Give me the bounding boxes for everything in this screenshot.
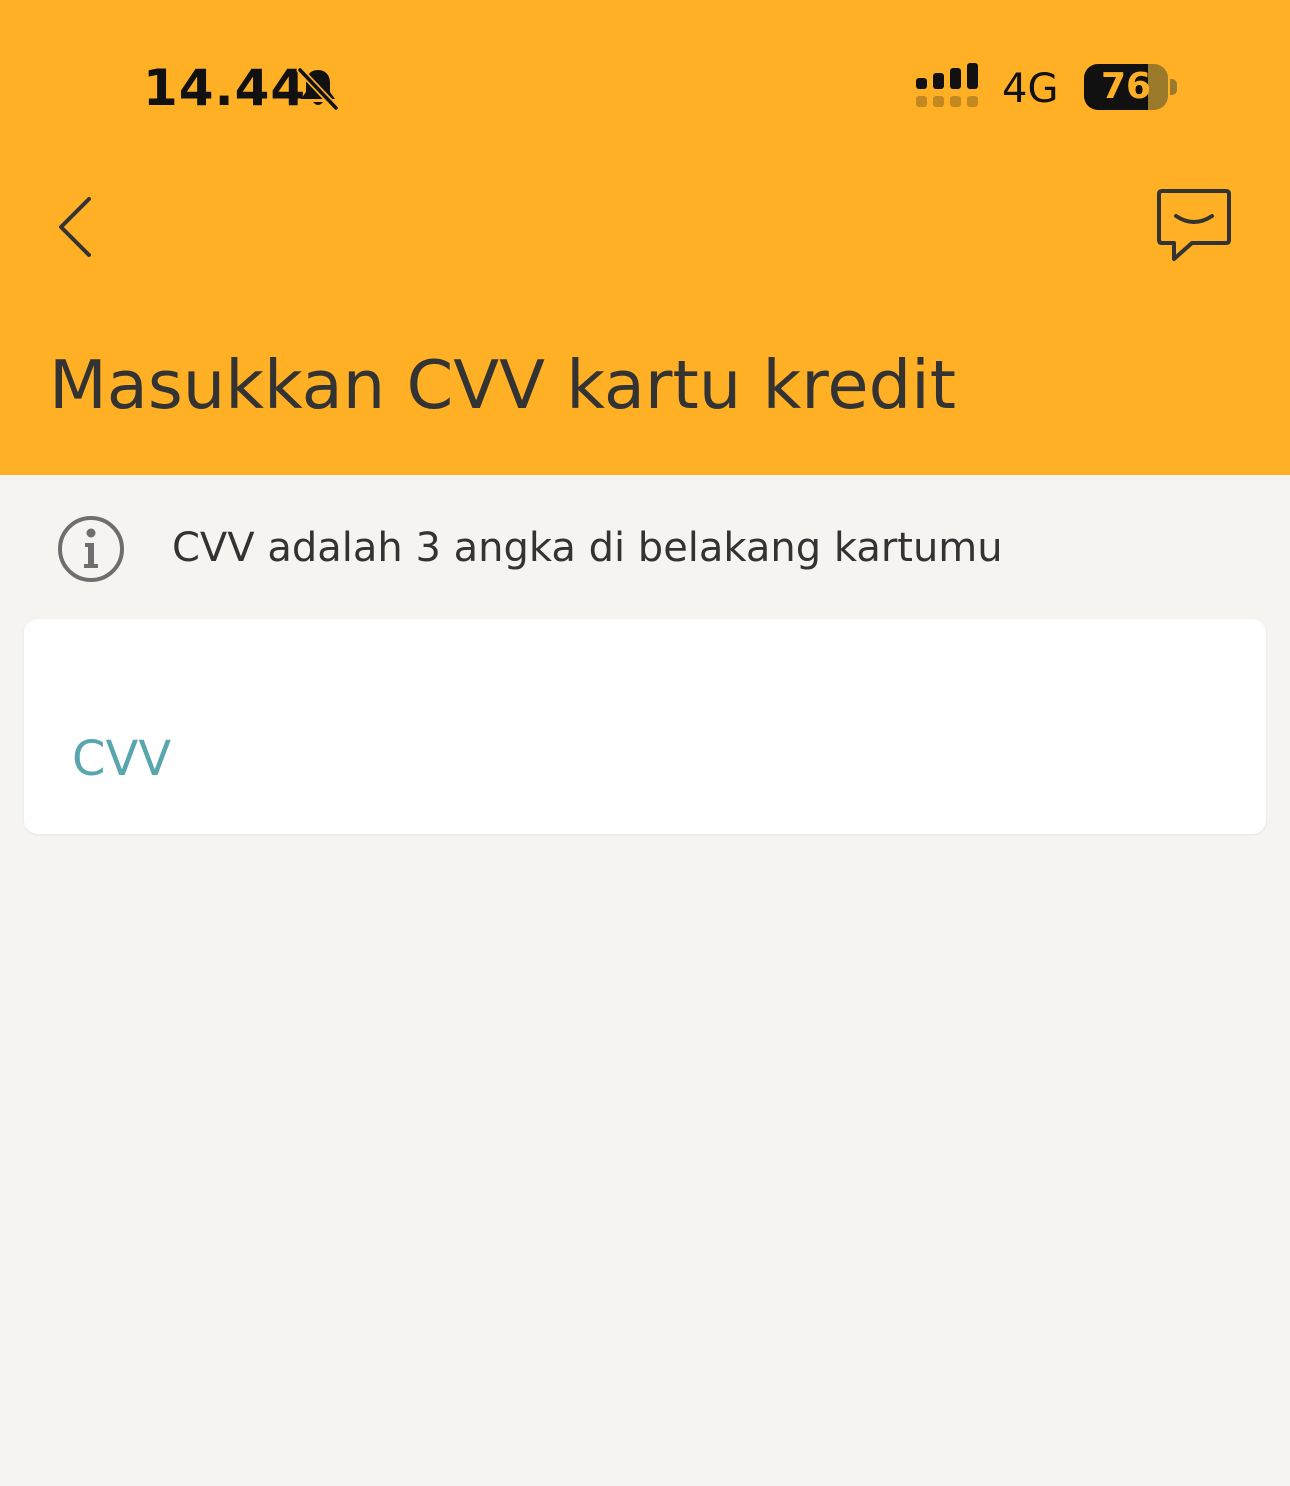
battery-tip [1170,79,1177,95]
network-type: 4G [1002,66,1059,112]
cvv-card [24,619,1266,834]
battery-icon: 76 [1084,64,1168,110]
chevron-left-icon [59,197,91,257]
bell-muted-icon [296,66,340,112]
status-time: 14.44 [143,59,307,117]
info-text: CVV adalah 3 angka di belakang kartumu [172,525,1003,571]
chat-button[interactable] [1148,180,1240,272]
cvv-input[interactable] [72,727,1212,791]
info-circle-icon [58,516,124,582]
battery-level: 76 [1100,66,1152,107]
chat-bubble-icon [1157,189,1231,261]
info-row: CVV adalah 3 angka di belakang kartumu [0,500,1290,596]
page-title: Masukkan CVV kartu kredit [49,346,956,424]
app-header: 14.44 4G 76 Masukkan CVV kartu kredit [0,0,1290,475]
signal-icon [916,63,978,107]
status-bar: 14.44 4G 76 [0,0,1290,150]
back-button[interactable] [40,180,120,270]
